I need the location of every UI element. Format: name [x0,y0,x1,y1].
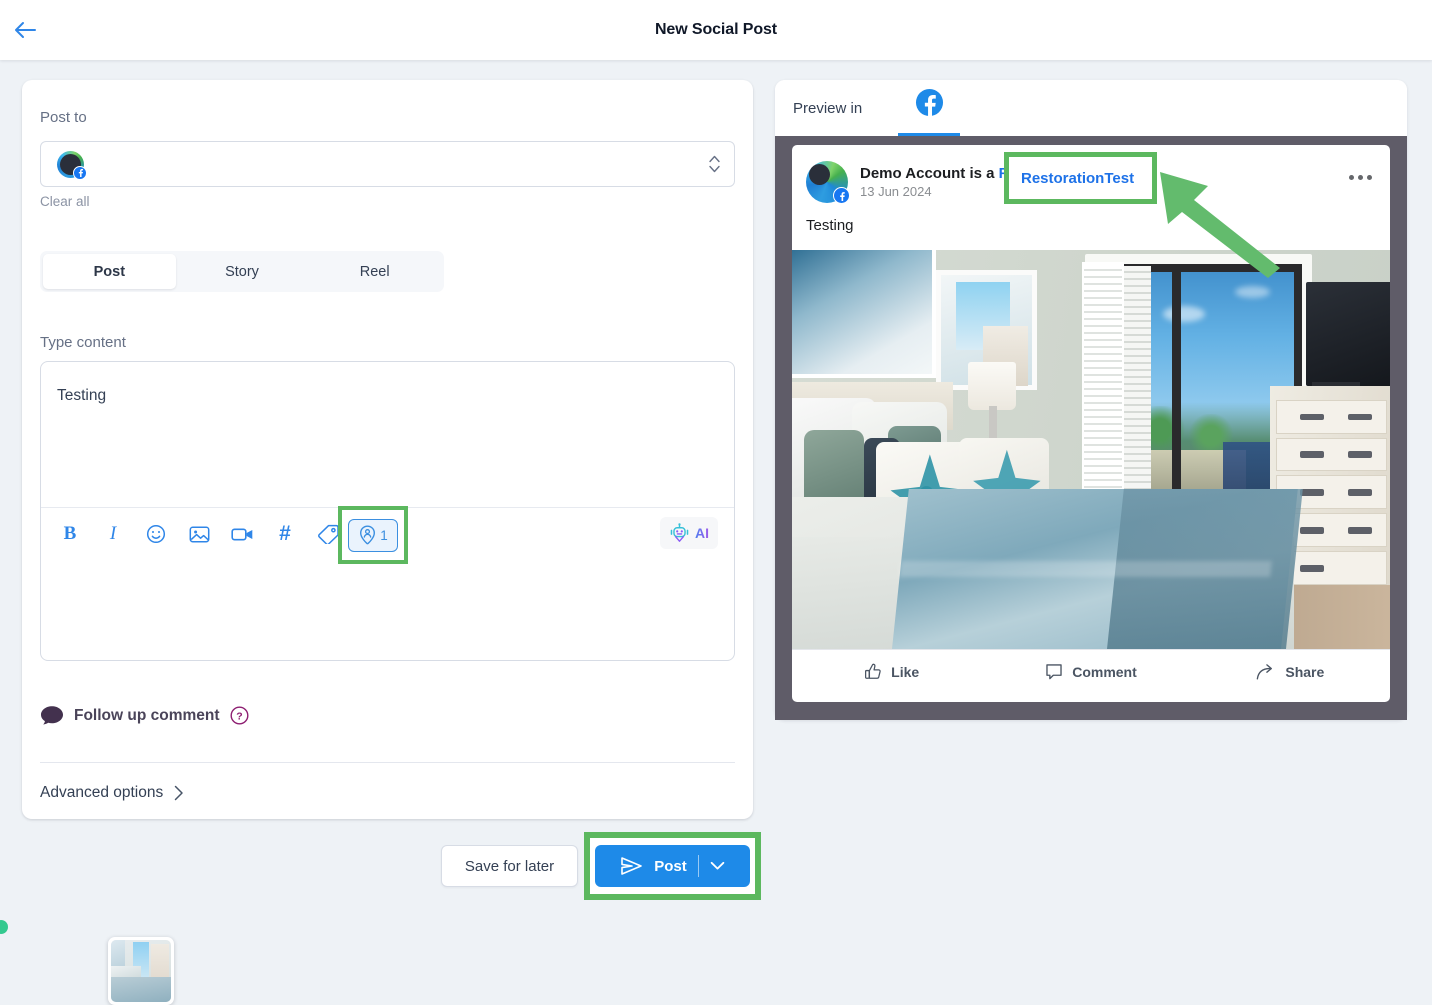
clear-all-button[interactable]: Clear all [40,194,90,209]
facebook-post-card: Demo Account is a RestorationTest 13 Jun… [792,145,1390,702]
share-label: Share [1285,663,1325,680]
location-tag-button[interactable]: 1 [348,518,398,552]
location-tag-count: 1 [380,527,388,543]
editor-toolbar: B I # [57,514,341,554]
more-options-icon[interactable] [1349,175,1372,180]
image-icon[interactable] [186,520,212,548]
top-bar: New Social Post [0,0,1432,60]
facebook-badge-icon [73,165,87,180]
location-tag-highlight: 1 [338,506,408,564]
robot-icon [670,523,689,542]
like-button[interactable]: Like [792,663,991,681]
chevron-right-icon [174,785,183,801]
status-dot [0,920,8,934]
post-button-highlight: Post [584,832,761,900]
post-to-label: Post to [40,109,87,126]
share-arrow-icon [1257,663,1273,679]
tab-facebook-preview[interactable] [898,86,960,136]
attachment-image [111,940,171,1002]
advanced-options-row[interactable]: Advanced options [40,784,184,802]
italic-icon[interactable]: I [100,520,126,548]
preview-header: Preview in [775,80,1407,137]
account-avatar [57,150,87,180]
post-button[interactable]: Post [595,845,750,887]
tab-post[interactable]: Post [43,254,176,289]
video-icon[interactable] [229,520,255,548]
tab-reel[interactable]: Reel [308,254,441,289]
post-button-label: Post [654,857,687,875]
tab-story[interactable]: Story [176,254,309,289]
arrow-left-icon [15,22,36,38]
comment-label: Comment [1072,663,1137,680]
post-body-text: Testing [806,217,854,234]
post-to-select[interactable] [40,141,735,187]
ai-assist-button[interactable]: AI [660,517,718,549]
facebook-badge-icon [833,187,850,204]
share-button[interactable]: Share [1191,663,1390,681]
mention-highlight-label: RestorationTest [1021,169,1135,187]
send-icon [621,857,643,875]
mention-highlight-box: RestorationTest [1004,152,1157,204]
type-content-label: Type content [40,334,126,351]
preview-in-label: Preview in [793,100,863,117]
facebook-icon [915,88,943,117]
follow-up-comment-label: Follow up comment [74,706,220,724]
emoji-icon[interactable] [143,520,169,548]
post-button-separator [697,855,699,877]
pointer-arrow-icon [1160,172,1280,278]
bold-icon[interactable]: B [57,520,83,548]
advanced-divider [40,762,735,763]
post-actions: Like Comment Share [792,649,1390,693]
post-author-avatar [806,161,850,204]
post-image [792,250,1390,649]
comment-button[interactable]: Comment [991,663,1190,681]
ai-label: AI [695,525,709,541]
advanced-options-label: Advanced options [40,784,164,801]
back-button[interactable] [10,16,40,44]
hashtag-icon[interactable]: # [272,520,298,548]
post-author-prefix: Demo Account is a [860,165,995,182]
preview-device-frame: Demo Account is a RestorationTest 13 Jun… [775,136,1407,720]
page-title: New Social Post [654,21,778,38]
location-person-pin-icon [360,525,376,545]
question-mark-icon[interactable]: ? [230,706,249,725]
chevron-up-down-icon[interactable] [709,155,720,173]
post-type-tabs: Post Story Reel [40,251,444,292]
save-for-later-button[interactable]: Save for later [441,845,578,887]
thumbs-up-icon [865,663,881,679]
like-label: Like [891,663,920,680]
speech-bubble-icon [41,706,63,725]
chevron-down-icon[interactable] [710,861,725,871]
comment-bubble-icon [1046,663,1062,679]
follow-up-comment-row[interactable]: Follow up comment ? [40,705,249,726]
content-text[interactable]: Testing [57,387,106,405]
attachment-thumbnail[interactable] [108,937,174,1005]
svg-text:?: ? [236,711,242,723]
